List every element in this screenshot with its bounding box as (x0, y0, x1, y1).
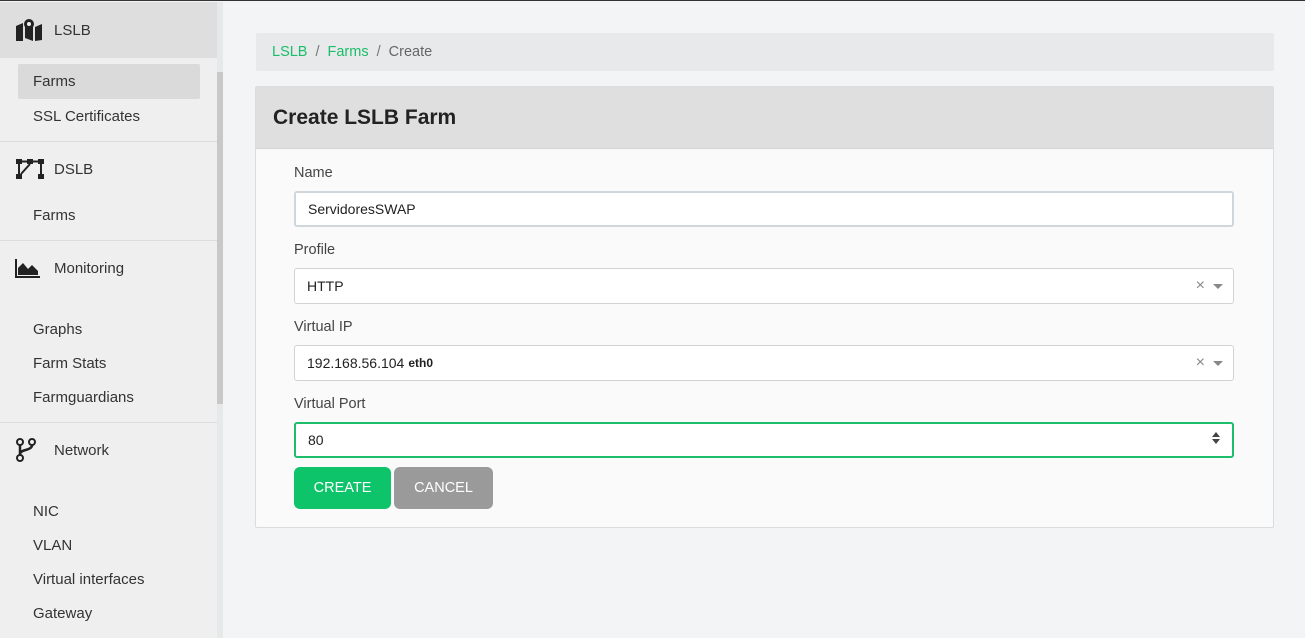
sidebar-item-label: VLAN (33, 536, 73, 554)
virtual-ip-label: Virtual IP (294, 319, 353, 335)
sidebar-item-virtual-interfaces[interactable]: Virtual interfaces (0, 562, 217, 596)
sidebar-item-graphs[interactable]: Graphs (0, 312, 217, 346)
nav-group-lslb: LSLB Farms SSL Certificates (0, 2, 217, 142)
nav-header-label: LSLB (54, 21, 91, 39)
chevron-down-icon[interactable] (1213, 360, 1223, 366)
profile-field-group: Profile HTTP × (294, 242, 1234, 304)
sidebar-item-lslb-farms[interactable]: Farms (18, 64, 200, 99)
sidebar-item-label: NIC (33, 502, 59, 520)
virtual-port-value: 80 (308, 432, 324, 448)
virtual-ip-field-group: Virtual IP 192.168.56.104 eth0 × (294, 319, 1234, 381)
sidebar-item-farm-stats[interactable]: Farm Stats (0, 346, 217, 380)
breadcrumb-link-lslb[interactable]: LSLB (272, 44, 307, 60)
network-diagram-icon (15, 157, 45, 181)
sidebar-item-label: SSL Certificates (33, 107, 140, 125)
virtual-port-input[interactable]: 80 (294, 422, 1234, 458)
sidebar-item-farmguardians[interactable]: Farmguardians (0, 380, 217, 414)
number-spinner-icon[interactable] (1212, 432, 1220, 444)
form-actions: CREATE CANCEL (294, 467, 493, 509)
breadcrumb: LSLB / Farms / Create (256, 33, 1274, 71)
sidebar-item-dslb-farms[interactable]: Farms (0, 198, 217, 232)
spinner-up-icon[interactable] (1212, 432, 1220, 437)
nav-header-label: DSLB (54, 160, 94, 178)
virtual-ip-interface: eth0 (408, 356, 434, 370)
nav-header-network[interactable]: Network (0, 423, 217, 477)
virtual-ip-select[interactable]: 192.168.56.104 eth0 × (294, 345, 1234, 381)
profile-label: Profile (294, 242, 336, 258)
sidebar-item-label: Farm Stats (33, 354, 107, 372)
area-chart-icon (15, 256, 45, 280)
profile-value: HTTP (307, 278, 344, 294)
sidebar-item-vlan[interactable]: VLAN (0, 528, 217, 562)
nav-header-lslb[interactable]: LSLB (0, 2, 217, 58)
sidebar-scrollbar[interactable] (217, 2, 223, 638)
sidebar-item-label: Graphs (33, 320, 83, 338)
nav-group-dslb: DSLB Farms (0, 142, 217, 241)
sidebar: LSLB Farms SSL Certificates DSLB Farms M… (0, 2, 217, 638)
sidebar-item-label: Farms (33, 206, 76, 224)
breadcrumb-separator: / (376, 44, 381, 60)
breadcrumb-current: Create (388, 44, 433, 60)
sidebar-item-ssl-certificates[interactable]: SSL Certificates (0, 99, 217, 133)
map-icon (15, 18, 45, 42)
nav-group-monitoring: Monitoring Graphs Farm Stats Farmguardia… (0, 241, 217, 423)
cancel-button[interactable]: CANCEL (394, 467, 493, 509)
nav-header-dslb[interactable]: DSLB (0, 142, 217, 196)
name-label: Name (294, 165, 333, 181)
virtual-ip-value: 192.168.56.104 (307, 355, 405, 371)
clear-icon[interactable]: × (1196, 354, 1205, 372)
create-farm-card: Create LSLB Farm Name ServidoresSWAP Pro… (255, 86, 1274, 528)
breadcrumb-separator: / (315, 44, 320, 60)
spinner-down-icon[interactable] (1212, 439, 1220, 444)
create-farm-form: Name ServidoresSWAP Profile HTTP × Virtu… (294, 165, 1234, 473)
nav-group-network: Network NIC VLAN Virtual interfaces Gate… (0, 423, 217, 638)
clear-icon[interactable]: × (1196, 277, 1205, 295)
sidebar-item-label: Farms (33, 73, 76, 90)
create-button[interactable]: CREATE (294, 467, 391, 509)
nav-header-monitoring[interactable]: Monitoring (0, 241, 217, 295)
virtual-port-field-group: Virtual Port 80 (294, 396, 1234, 458)
page-title: Create LSLB Farm (256, 87, 1273, 149)
profile-select[interactable]: HTTP × (294, 268, 1234, 304)
sidebar-item-label: Gateway (33, 604, 93, 622)
name-value: ServidoresSWAP (308, 201, 416, 217)
breadcrumb-link-farms[interactable]: Farms (328, 44, 369, 60)
nav-header-label: Network (54, 441, 110, 459)
sidebar-item-nic[interactable]: NIC (0, 494, 217, 528)
branch-icon (15, 438, 45, 462)
sidebar-item-label: Virtual interfaces (33, 570, 145, 588)
sidebar-item-gateway[interactable]: Gateway (0, 596, 217, 630)
nav-header-label: Monitoring (54, 259, 125, 277)
name-input[interactable]: ServidoresSWAP (294, 191, 1234, 227)
chevron-down-icon[interactable] (1213, 283, 1223, 289)
virtual-port-label: Virtual Port (294, 396, 366, 412)
scrollbar-thumb[interactable] (217, 72, 223, 404)
name-field-group: Name ServidoresSWAP (294, 165, 1234, 227)
sidebar-item-label: Farmguardians (33, 388, 134, 406)
